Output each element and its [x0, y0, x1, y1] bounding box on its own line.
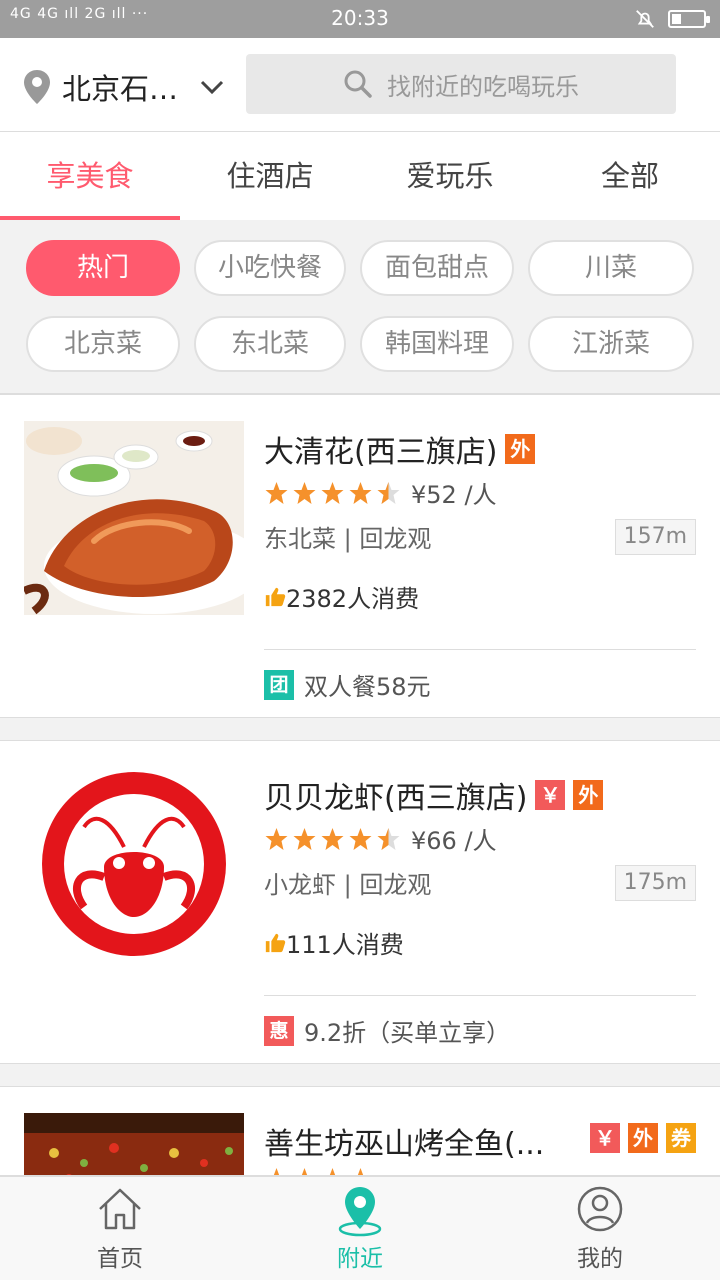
half-star-icon — [377, 827, 400, 850]
thumbs-up-icon — [265, 933, 286, 952]
chip-dongbei[interactable]: 东北菜 — [194, 316, 346, 372]
star-icon — [349, 827, 372, 850]
takeout-badge: 外 — [573, 780, 604, 810]
nav-profile[interactable]: 我的 — [480, 1177, 720, 1280]
distance-badge: 157m — [614, 519, 696, 555]
listing-card[interactable]: 善生坊巫山烤全鱼(... ￥ 外 券 — [0, 1086, 720, 1176]
takeout-badge: 外 — [505, 434, 536, 464]
listing-card[interactable]: 大清花(西三旗店) 外 ¥52 /人 东北菜 | 回龙观 157m 2382人消… — [0, 394, 720, 718]
consumption-count: 111人消费 — [286, 931, 404, 959]
category-area: 小龙虾 | 回龙观 — [264, 871, 432, 899]
search-input[interactable]: 找附近的吃喝玩乐 — [246, 54, 676, 114]
chip-jiangzhe[interactable]: 江浙菜 — [528, 316, 694, 372]
clock: 20:33 — [331, 6, 389, 30]
price-per-person: ¥66 /人 — [411, 827, 497, 855]
nav-profile-label: 我的 — [577, 1246, 623, 1272]
restaurant-logo — [24, 767, 244, 961]
coupon-badge: 券 — [666, 1123, 696, 1153]
star-icon — [349, 481, 372, 504]
chip-beijing[interactable]: 北京菜 — [26, 316, 180, 372]
rating-stars — [264, 1167, 373, 1175]
star-icon — [265, 481, 288, 504]
bottom-navigation: 首页 附近 我的 — [0, 1176, 720, 1280]
chip-hot[interactable]: 热门 — [26, 240, 180, 296]
search-placeholder: 找附近的吃喝玩乐 — [387, 72, 579, 101]
star-icon — [321, 827, 344, 850]
divider — [264, 649, 696, 650]
restaurant-photo — [24, 1113, 244, 1175]
tab-hotel[interactable]: 住酒店 — [180, 132, 360, 220]
location-pin-icon — [338, 1187, 382, 1237]
distance-badge: 175m — [614, 865, 696, 901]
pay-badge: ￥ — [590, 1123, 620, 1153]
status-bar: 4G 4G ıll 2G ıll ··· 20:33 — [0, 0, 720, 38]
restaurant-name: 大清花(西三旗店) — [264, 435, 498, 470]
deal-text: 双人餐58元 — [304, 673, 431, 701]
restaurant-name: 贝贝龙虾(西三旗店) — [264, 781, 528, 816]
battery-icon — [668, 10, 710, 28]
thumbs-up-icon — [265, 587, 286, 606]
nav-nearby[interactable]: 附近 — [240, 1177, 480, 1280]
nav-home[interactable]: 首页 — [0, 1177, 240, 1280]
star-icon — [273, 1168, 280, 1175]
star-icon — [301, 1168, 308, 1175]
half-star-icon — [377, 481, 400, 504]
group-deal-icon: 团 — [264, 669, 294, 700]
chip-bakery[interactable]: 面包甜点 — [360, 240, 514, 296]
deal-row[interactable]: 惠 9.2折（买单立享） — [264, 1013, 510, 1048]
city-label: 北京石… — [62, 72, 179, 106]
tab-all[interactable]: 全部 — [540, 132, 720, 220]
divider — [264, 995, 696, 996]
chip-snacks[interactable]: 小吃快餐 — [194, 240, 346, 296]
mute-icon — [636, 10, 654, 28]
category-tabs: 享美食 住酒店 爱玩乐 全部 — [0, 132, 720, 220]
takeout-badge: 外 — [628, 1123, 658, 1153]
star-icon — [357, 1168, 364, 1175]
chip-korean[interactable]: 韩国料理 — [360, 316, 514, 372]
restaurant-name: 善生坊巫山烤全鱼(... — [264, 1127, 545, 1162]
price-per-person: ¥52 /人 — [411, 481, 497, 509]
rating-stars — [264, 481, 401, 505]
nav-nearby-label: 附近 — [337, 1246, 383, 1272]
listing-card[interactable]: 贝贝龙虾(西三旗店) ￥ 外 ¥66 /人 小龙虾 | 回龙观 175m 111… — [0, 740, 720, 1064]
user-icon — [577, 1186, 623, 1232]
deal-text: 9.2折（买单立享） — [304, 1019, 511, 1047]
location-selector[interactable]: 北京石… — [22, 66, 224, 108]
filter-chips: 热门 小吃快餐 面包甜点 川菜 北京菜 东北菜 韩国料理 江浙菜 — [0, 220, 720, 394]
location-pin-icon — [24, 70, 50, 104]
nav-home-label: 首页 — [97, 1246, 143, 1272]
pay-badge: ￥ — [535, 780, 566, 810]
restaurant-photo — [24, 421, 244, 615]
home-icon — [99, 1188, 141, 1230]
star-icon — [265, 827, 288, 850]
star-icon — [293, 827, 316, 850]
tab-food[interactable]: 享美食 — [0, 132, 180, 220]
chevron-down-icon — [200, 80, 224, 95]
consumption-count: 2382人消费 — [286, 585, 420, 613]
deal-row[interactable]: 团 双人餐58元 — [264, 667, 431, 702]
header: 北京石… 找附近的吃喝玩乐 — [0, 38, 720, 132]
star-icon — [329, 1168, 336, 1175]
tab-entertainment[interactable]: 爱玩乐 — [360, 132, 540, 220]
star-icon — [321, 481, 344, 504]
chip-sichuan[interactable]: 川菜 — [528, 240, 694, 296]
star-icon — [293, 481, 316, 504]
search-icon — [344, 70, 372, 98]
discount-icon: 惠 — [264, 1015, 294, 1046]
rating-stars — [264, 827, 401, 851]
category-area: 东北菜 | 回龙观 — [264, 525, 432, 553]
